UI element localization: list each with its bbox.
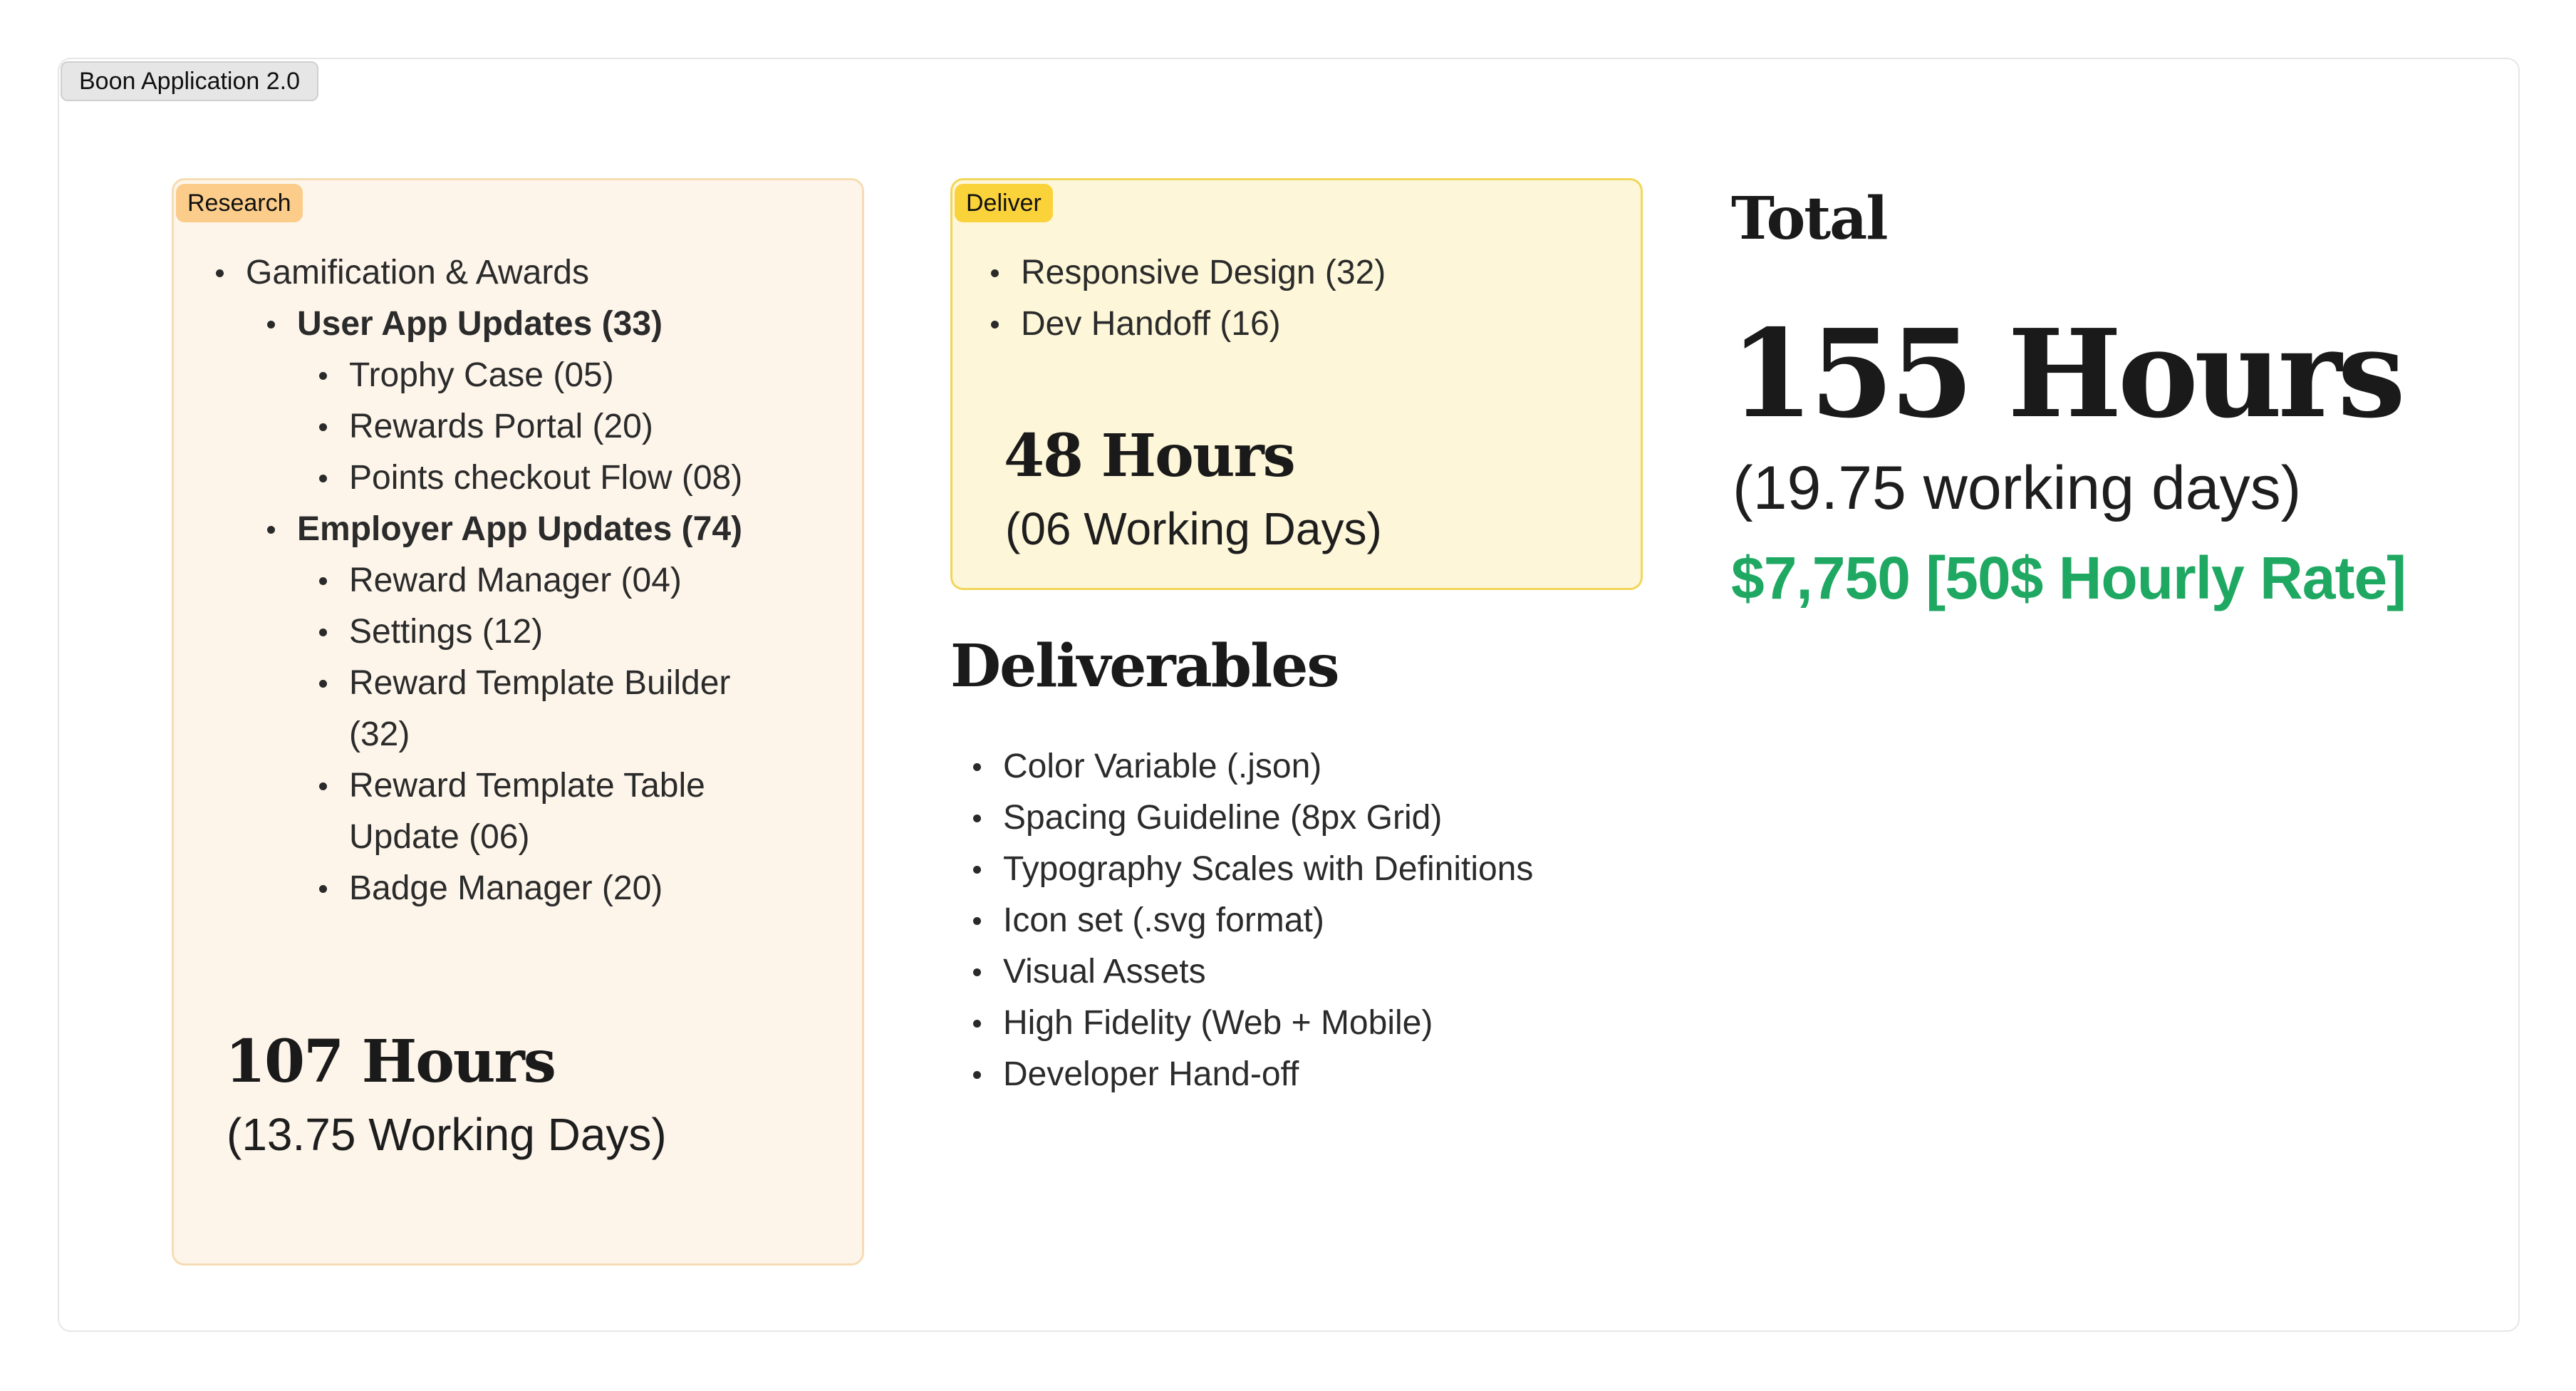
deliverable-item: Visual Assets	[973, 946, 1644, 998]
research-days: (13.75 Working Days)	[227, 1109, 667, 1160]
deliverable-item: Icon set (.svg format)	[973, 895, 1644, 946]
list-item-reward-template-builder: Reward Template Builder (32)	[319, 658, 798, 760]
deliver-hours: 48 Hours	[1004, 422, 1296, 490]
list-item-employer-app-updates: Employer App Updates (74)	[267, 504, 816, 555]
list-item-reward-template-table: Reward Template Table Update (06)	[319, 760, 798, 863]
research-tag: Research	[176, 184, 303, 222]
total-cost: $7,750 [50$ Hourly Rate]	[1731, 544, 2406, 611]
list-item-responsive-design: Responsive Design (32)	[991, 247, 1626, 299]
deliverable-item: Spacing Guideline (8px Grid)	[973, 792, 1644, 844]
list-item-badge-manager: Badge Manager (20)	[319, 863, 798, 914]
deliverables-heading: Deliverables	[950, 632, 1340, 700]
deliverable-item: High Fidelity (Web + Mobile)	[973, 998, 1644, 1049]
list-item-gamification: Gamification & Awards	[216, 247, 816, 299]
deliver-tag: Deliver	[955, 184, 1053, 222]
deliver-days: (06 Working Days)	[1005, 503, 1382, 554]
list-item-points-checkout: Points checkout Flow (08)	[319, 453, 798, 504]
deliverables-list: Color Variable (.json) Spacing Guideline…	[973, 741, 1644, 1100]
total-label: Total	[1731, 185, 1888, 253]
research-hours: 107 Hours	[225, 1028, 556, 1096]
list-item-reward-manager: Reward Manager (04)	[319, 555, 798, 606]
list-item-rewards-portal: Rewards Portal (20)	[319, 401, 798, 453]
deliverable-item: Typography Scales with Definitions	[973, 844, 1644, 895]
list-item-trophy-case: Trophy Case (05)	[319, 350, 798, 401]
deliverable-item: Color Variable (.json)	[973, 741, 1644, 792]
frame-title-tag[interactable]: Boon Application 2.0	[61, 61, 319, 101]
deliverable-item: Developer Hand-off	[973, 1049, 1644, 1100]
total-hours: 155 Hours	[1730, 303, 2406, 445]
research-list: Gamification & Awards User App Updates (…	[216, 247, 816, 914]
list-item-dev-handoff: Dev Handoff (16)	[991, 299, 1626, 350]
list-item-user-app-updates: User App Updates (33)	[267, 299, 816, 350]
deliver-list: Responsive Design (32) Dev Handoff (16)	[991, 247, 1626, 350]
list-item-settings: Settings (12)	[319, 606, 798, 658]
total-days: (19.75 working days)	[1733, 454, 2302, 522]
